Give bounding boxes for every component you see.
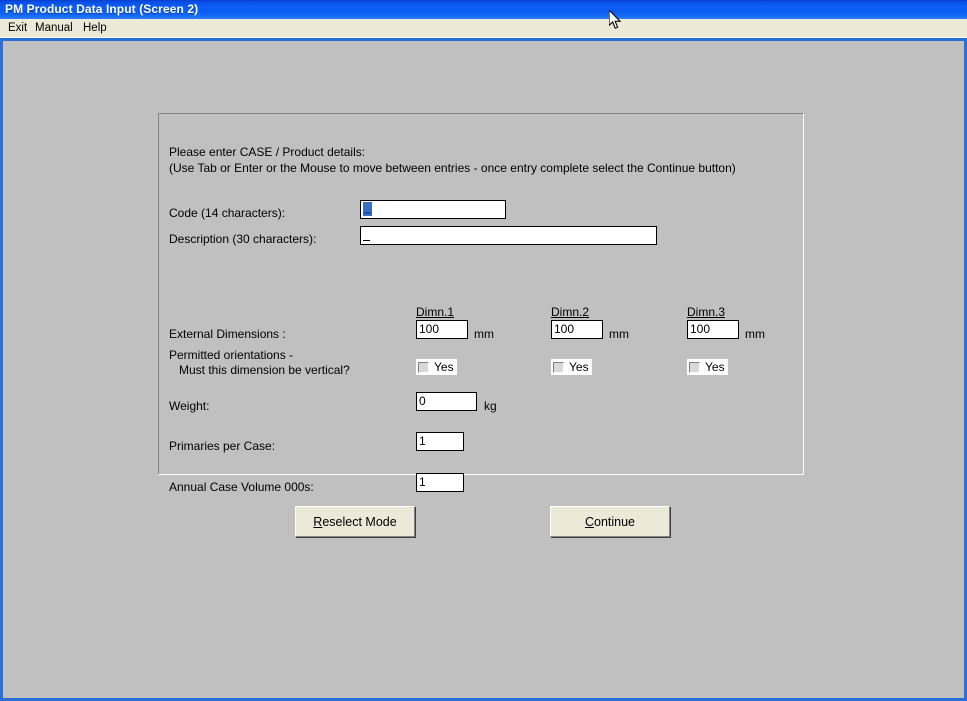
continue-button[interactable]: Continue [550, 506, 670, 537]
menu-item-exit[interactable]: Exit [5, 22, 30, 34]
code-selection-block [363, 202, 372, 216]
reselect-mode-button[interactable]: Reselect Mode [295, 506, 415, 537]
dimn-2-unit: mm [609, 327, 629, 341]
checkbox-label: Yes [569, 360, 589, 374]
reselect-label-rest: eselect Mode [322, 514, 397, 529]
code-label: Code (14 characters): [169, 206, 286, 220]
checkbox-box-icon [553, 361, 564, 373]
checkbox-label: Yes [705, 360, 725, 374]
checkbox-box-icon [418, 361, 429, 373]
checkbox-box-icon [689, 361, 700, 373]
weight-unit: kg [484, 399, 497, 413]
dimn-1-vertical-checkbox[interactable]: Yes [416, 359, 457, 375]
instructions-line-2: (Use Tab or Enter or the Mouse to move b… [169, 161, 736, 175]
code-input[interactable] [360, 200, 506, 219]
dimn-3-unit: mm [745, 327, 765, 341]
weight-input[interactable]: 0 [416, 392, 477, 411]
dimn-1-header: Dimn.1 [416, 305, 455, 319]
dimn-3-header: Dimn.3 [687, 305, 726, 319]
dimn-3-input[interactable]: 100 [687, 320, 739, 339]
menu-item-help[interactable]: Help [80, 22, 110, 34]
title-bar: PM Product Data Input (Screen 2) [0, 0, 967, 19]
description-caret [363, 228, 371, 242]
primaries-per-case-input[interactable]: 1 [416, 432, 464, 451]
instructions-line-1: Please enter CASE / Product details: [169, 145, 366, 159]
reselect-accel-char: R [313, 514, 323, 529]
dimn-2-header: Dimn.2 [551, 305, 590, 319]
checkbox-label: Yes [434, 360, 454, 374]
dimn-1-unit: mm [474, 327, 494, 341]
application-window: PM Product Data Input (Screen 2) Exit Ma… [0, 0, 967, 701]
permitted-orientations-label: Permitted orientations - [169, 348, 294, 362]
primaries-per-case-label: Primaries per Case: [169, 439, 276, 453]
description-input[interactable] [360, 226, 657, 245]
product-details-panel: Please enter CASE / Product details: (Us… [158, 113, 804, 494]
dimn-2-input[interactable]: 100 [551, 320, 603, 339]
annual-case-volume-label: Annual Case Volume 000s: [169, 480, 314, 494]
menu-item-manual[interactable]: Manual [32, 22, 76, 34]
dimn-1-input[interactable]: 100 [416, 320, 468, 339]
dimn-3-vertical-checkbox[interactable]: Yes [687, 359, 728, 375]
menu-bar: Exit Manual Help [0, 19, 967, 38]
weight-label: Weight: [169, 399, 210, 413]
continue-accel-char: C [584, 514, 594, 529]
vertical-question-label: Must this dimension be vertical? [179, 363, 350, 377]
continue-label-rest: ontinue [594, 514, 636, 529]
window-title: PM Product Data Input (Screen 2) [5, 2, 199, 16]
dimn-2-vertical-checkbox[interactable]: Yes [551, 359, 592, 375]
annual-case-volume-input[interactable]: 1 [416, 473, 464, 492]
client-area: Please enter CASE / Product details: (Us… [3, 41, 964, 698]
description-label: Description (30 characters): [169, 232, 317, 246]
external-dimensions-label: External Dimensions : [169, 327, 286, 341]
